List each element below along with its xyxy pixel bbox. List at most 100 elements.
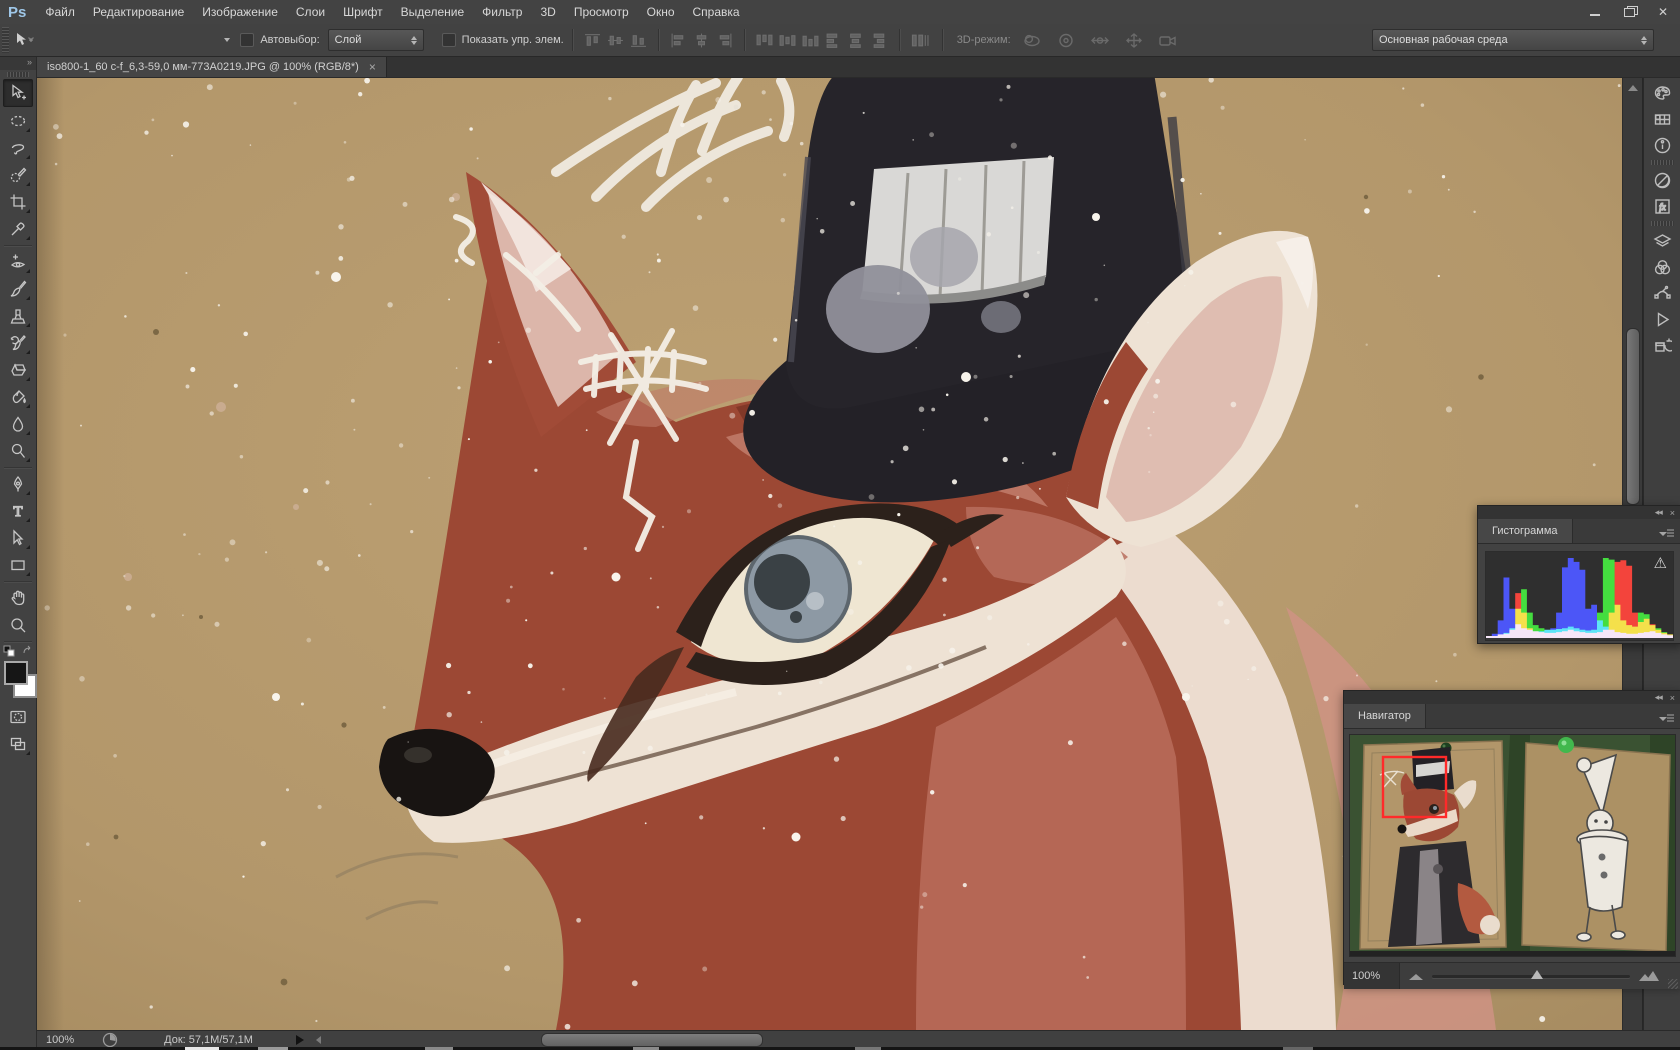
histogram-close-icon[interactable]: × xyxy=(1670,508,1675,518)
dock-grip-2[interactable] xyxy=(1651,160,1674,165)
3d-rotate-icon[interactable] xyxy=(1021,32,1043,49)
navigator-collapse-icon[interactable]: ◂◂ xyxy=(1655,692,1663,703)
document-tab[interactable]: iso800-1_60 c-f_6,3-59,0 мм-773A0219.JPG… xyxy=(36,56,387,77)
zoom-tool[interactable] xyxy=(4,612,32,638)
pen-tool[interactable] xyxy=(4,471,32,497)
align-bottom-edges-icon[interactable] xyxy=(630,33,647,48)
zoom-in-icon[interactable] xyxy=(1638,970,1660,982)
histogram-collapse-icon[interactable]: ◂◂ xyxy=(1655,507,1663,518)
menu-image[interactable]: Изображение xyxy=(193,1,287,23)
show-transform-controls-checkbox[interactable] xyxy=(441,33,456,47)
hand-tool[interactable] xyxy=(4,585,32,611)
autoselect-target-dropdown[interactable]: Слой xyxy=(327,29,424,51)
align-horizontal-centers-icon[interactable] xyxy=(693,33,710,48)
minimize-button[interactable] xyxy=(1578,0,1612,24)
paint-bucket-tool[interactable] xyxy=(4,384,32,410)
menu-filter[interactable]: Фильтр xyxy=(473,1,531,23)
navigator-zoom-field[interactable]: 100% xyxy=(1344,963,1400,989)
navigator-thumbnail[interactable] xyxy=(1350,735,1675,952)
crop-tool[interactable] xyxy=(4,189,32,215)
distribute-horizontal-centers-icon[interactable] xyxy=(848,33,865,48)
zoom-out-icon[interactable] xyxy=(1408,971,1424,981)
default-colors-icon[interactable] xyxy=(3,645,15,657)
tab-close-icon[interactable]: × xyxy=(369,60,376,74)
scroll-up-arrow[interactable] xyxy=(1628,85,1638,91)
options-grip[interactable] xyxy=(2,27,9,53)
status-popup-arrow[interactable] xyxy=(295,1034,305,1046)
layers-panel-icon[interactable] xyxy=(1644,228,1680,254)
info-panel-icon[interactable] xyxy=(1644,132,1680,158)
screen-mode-button[interactable] xyxy=(4,731,32,757)
menu-layers[interactable]: Слои xyxy=(287,1,334,23)
quick-mask-button[interactable] xyxy=(4,704,32,730)
navigator-close-icon[interactable]: × xyxy=(1670,693,1675,703)
path-selection-tool[interactable] xyxy=(4,525,32,551)
align-top-edges-icon[interactable] xyxy=(584,33,601,48)
dodge-tool[interactable] xyxy=(4,438,32,464)
menu-edit[interactable]: Редактирование xyxy=(84,1,193,23)
3d-pan-icon[interactable] xyxy=(1089,32,1111,49)
toolbar-collapse-button[interactable]: » xyxy=(0,56,36,70)
vertical-scrollbar-thumb[interactable] xyxy=(1626,328,1640,505)
history-brush-tool[interactable] xyxy=(4,330,32,356)
quick-selection-tool[interactable] xyxy=(4,162,32,188)
histogram-warning-icon[interactable]: ⚠ xyxy=(1654,554,1667,572)
distribute-top-edges-icon[interactable] xyxy=(756,33,773,48)
swap-colors-icon[interactable] xyxy=(22,645,34,657)
3d-camera-icon[interactable] xyxy=(1157,32,1179,49)
toolbar-grip[interactable] xyxy=(7,72,29,77)
distribute-left-edges-icon[interactable] xyxy=(825,33,842,48)
navigator-zoom-slider-thumb[interactable] xyxy=(1531,969,1543,979)
move-tool[interactable] xyxy=(3,79,33,107)
menu-help[interactable]: Справка xyxy=(684,1,749,23)
horizontal-scrollbar-thumb[interactable] xyxy=(541,1033,763,1047)
menu-select[interactable]: Выделение xyxy=(392,1,474,23)
hscroll-left-arrow[interactable] xyxy=(315,1035,323,1045)
menu-3d[interactable]: 3D xyxy=(531,1,564,23)
navigator-tab[interactable]: Навигатор xyxy=(1344,704,1426,728)
panel-resize-grip[interactable] xyxy=(1668,979,1678,989)
align-vertical-centers-icon[interactable] xyxy=(607,33,624,48)
menu-window[interactable]: Окно xyxy=(638,1,684,23)
healing-tool[interactable] xyxy=(4,249,32,275)
eyedropper-tool[interactable] xyxy=(4,216,32,242)
3d-slide-icon[interactable] xyxy=(1123,32,1145,49)
menu-type[interactable]: Шрифт xyxy=(334,1,391,23)
move-option-dropdown-arrow[interactable] xyxy=(222,38,231,42)
lasso-tool[interactable] xyxy=(4,135,32,161)
histogram-tab[interactable]: Гистограмма xyxy=(1478,519,1573,543)
distribute-vertical-centers-icon[interactable] xyxy=(779,33,796,48)
foreground-color-swatch[interactable] xyxy=(4,661,28,685)
rectangle-tool[interactable] xyxy=(4,552,32,578)
actions-panel-icon[interactable] xyxy=(1644,306,1680,332)
3d-roll-icon[interactable] xyxy=(1055,32,1077,49)
distribute-spacing-icon[interactable] xyxy=(911,33,931,48)
close-button[interactable]: ✕ xyxy=(1646,0,1680,24)
histogram-panel-menu-icon[interactable] xyxy=(1659,528,1675,538)
blur-tool[interactable] xyxy=(4,411,32,437)
align-right-edges-icon[interactable] xyxy=(716,33,733,48)
adobe-drive-icon[interactable] xyxy=(102,1032,118,1048)
menu-file[interactable]: Файл xyxy=(36,1,84,23)
clone-stamp-tool[interactable] xyxy=(4,303,32,329)
navigator-panel-menu-icon[interactable] xyxy=(1659,713,1675,723)
distribute-bottom-edges-icon[interactable] xyxy=(802,33,819,48)
color-panel-icon[interactable] xyxy=(1644,80,1680,106)
restore-button[interactable] xyxy=(1612,0,1646,24)
type-tool[interactable]: T xyxy=(4,498,32,524)
history-panel-icon[interactable] xyxy=(1644,332,1680,358)
marquee-tool[interactable] xyxy=(4,108,32,134)
eraser-tool[interactable] xyxy=(4,357,32,383)
dock-grip-3[interactable] xyxy=(1651,221,1674,226)
swatches-panel-icon[interactable] xyxy=(1644,106,1680,132)
autoselect-checkbox[interactable] xyxy=(240,33,255,47)
channels-panel-icon[interactable] xyxy=(1644,254,1680,280)
adjustments-panel-icon[interactable] xyxy=(1644,167,1680,193)
styles-panel-icon[interactable]: fx xyxy=(1644,193,1680,219)
menu-view[interactable]: Просмотр xyxy=(565,1,638,23)
align-left-edges-icon[interactable] xyxy=(670,33,687,48)
distribute-right-edges-icon[interactable] xyxy=(871,33,888,48)
paths-panel-icon[interactable] xyxy=(1644,280,1680,306)
status-zoom-field[interactable]: 100% xyxy=(46,1034,74,1046)
navigator-zoom-slider[interactable] xyxy=(1432,969,1630,979)
